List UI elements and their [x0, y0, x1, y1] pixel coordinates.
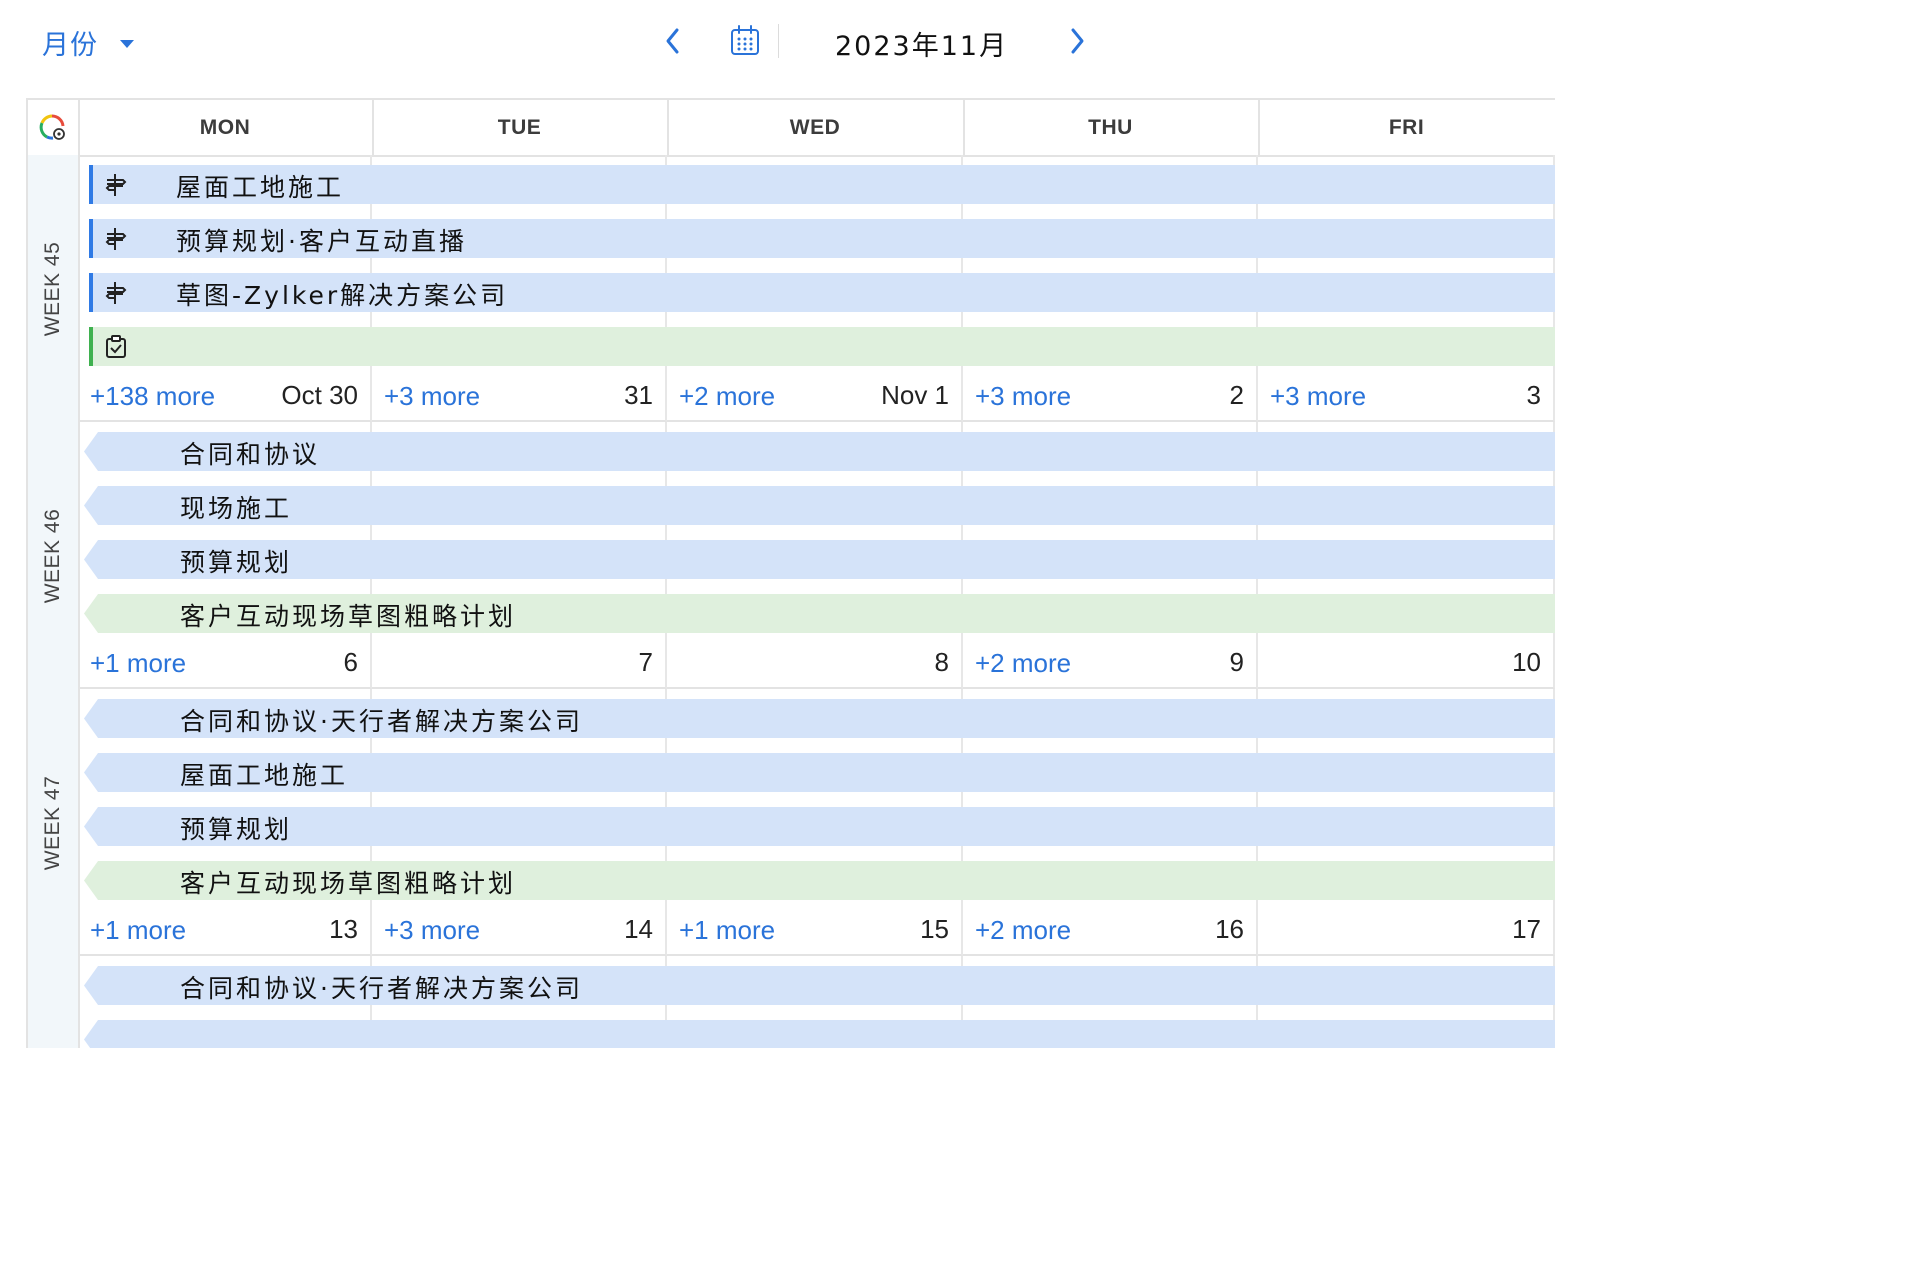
milestone-icon — [103, 172, 129, 198]
date-number: Nov 1 — [881, 380, 949, 410]
week-label: WEEK 45 — [41, 241, 64, 336]
calendar-icon — [731, 25, 759, 55]
event-title: 现场施工 — [180, 494, 293, 523]
week-label-cell: WEEK 45 — [28, 155, 80, 424]
date-number: 15 — [920, 914, 949, 944]
more-events-link[interactable]: +1 more — [90, 915, 186, 946]
more-events-link[interactable]: +138 more — [90, 381, 215, 412]
event-bar[interactable]: 合同和协议·天行者解决方案公司 — [84, 966, 1555, 1005]
date-number: Oct 30 — [281, 380, 358, 410]
milestone-icon — [103, 226, 129, 252]
day-header-wed: WED — [667, 100, 965, 157]
calendar-toolbar: 月份 2023年11月 — [0, 0, 1553, 84]
event-bar[interactable]: 现场施工 — [84, 486, 1555, 525]
day-header-mon: MON — [78, 100, 374, 157]
more-events-link[interactable]: +1 more — [679, 915, 775, 946]
date-number: 13 — [329, 914, 358, 944]
more-events-link[interactable]: +3 more — [975, 381, 1071, 412]
week-label: WEEK 47 — [41, 775, 64, 870]
event-title: 预算规划 — [180, 815, 293, 844]
week-label-cell — [28, 956, 80, 1048]
date-number: 3 — [1526, 380, 1541, 410]
event-title: 客户互动现场草图粗略计划 — [180, 869, 517, 898]
current-month-label: 2023年11月 — [835, 31, 1009, 62]
date-number: 14 — [624, 914, 653, 944]
date-number: 6 — [343, 647, 358, 677]
more-events-link[interactable]: +2 more — [975, 915, 1071, 946]
event-title: 草图-Zylker解决方案公司 — [176, 281, 509, 310]
event-title: 预算规划 — [180, 548, 293, 577]
date-number: 10 — [1512, 647, 1541, 677]
more-events-link[interactable]: +3 more — [1270, 381, 1366, 412]
date-number: 31 — [624, 380, 653, 410]
event-bar[interactable]: 预算规划·客户互动直播 — [89, 219, 1555, 258]
task-icon — [103, 334, 129, 360]
week-label-cell: WEEK 46 — [28, 422, 80, 691]
date-number: 9 — [1229, 647, 1244, 677]
caret-down-icon — [120, 40, 134, 48]
event-bar[interactable]: 客户互动现场草图粗略计划 — [84, 861, 1555, 900]
more-events-link[interactable]: +1 more — [90, 648, 186, 679]
event-bar[interactable]: 屋面工地施工 — [84, 753, 1555, 792]
week-label: WEEK 46 — [41, 508, 64, 603]
more-events-link[interactable]: +2 more — [975, 648, 1071, 679]
day-header-tue: TUE — [372, 100, 669, 157]
view-selector[interactable]: 月份 — [42, 22, 134, 62]
event-title: 预算规划·客户互动直播 — [176, 227, 467, 256]
event-title: 合同和协议·天行者解决方案公司 — [180, 974, 583, 1003]
previous-month-button[interactable] — [655, 22, 691, 60]
more-events-link[interactable]: +2 more — [679, 381, 775, 412]
chevron-right-icon — [1071, 28, 1084, 54]
day-header-thu: THU — [963, 100, 1260, 157]
milestone-icon — [103, 280, 129, 306]
event-bar[interactable]: 预算规划 — [84, 807, 1555, 846]
next-month-button[interactable] — [1059, 22, 1095, 60]
event-title: 客户互动现场草图粗略计划 — [180, 602, 517, 631]
day-header-fri: FRI — [1258, 100, 1555, 157]
event-title: 合同和协议·天行者解决方案公司 — [180, 707, 583, 736]
date-number: 7 — [638, 647, 653, 677]
more-events-link[interactable]: +3 more — [384, 915, 480, 946]
week-label-cell: WEEK 47 — [28, 689, 80, 958]
month-grid: MON TUE WED THU FRI WEEK 45 +138 more Oct 30 +3 … — [26, 98, 1555, 1048]
date-number: 8 — [934, 647, 949, 677]
event-bar[interactable]: 草图-Zylker解决方案公司 — [89, 273, 1555, 312]
date-number: 2 — [1229, 380, 1244, 410]
chevron-left-icon — [666, 28, 679, 54]
event-title: 合同和协议 — [180, 440, 321, 469]
event-bar[interactable]: 合同和协议·天行者解决方案公司 — [84, 699, 1555, 738]
toolbar-divider — [778, 24, 779, 58]
date-picker-button[interactable] — [728, 24, 762, 58]
event-bar[interactable]: 屋面工地施工 — [89, 165, 1555, 204]
event-bar[interactable] — [89, 327, 1555, 366]
more-events-link[interactable]: +3 more — [384, 381, 480, 412]
event-bar[interactable]: 合同和协议 — [84, 432, 1555, 471]
event-title: 屋面工地施工 — [176, 173, 345, 202]
date-number: 17 — [1512, 914, 1541, 944]
event-bar[interactable] — [84, 1020, 1555, 1048]
date-number: 16 — [1215, 914, 1244, 944]
event-bar[interactable]: 客户互动现场草图粗略计划 — [84, 594, 1555, 633]
event-bar[interactable]: 预算规划 — [84, 540, 1555, 579]
settings-icon — [39, 113, 65, 140]
view-selector-label: 月份 — [42, 29, 98, 61]
calendar-settings-button[interactable] — [28, 100, 80, 157]
event-title: 屋面工地施工 — [180, 761, 349, 790]
